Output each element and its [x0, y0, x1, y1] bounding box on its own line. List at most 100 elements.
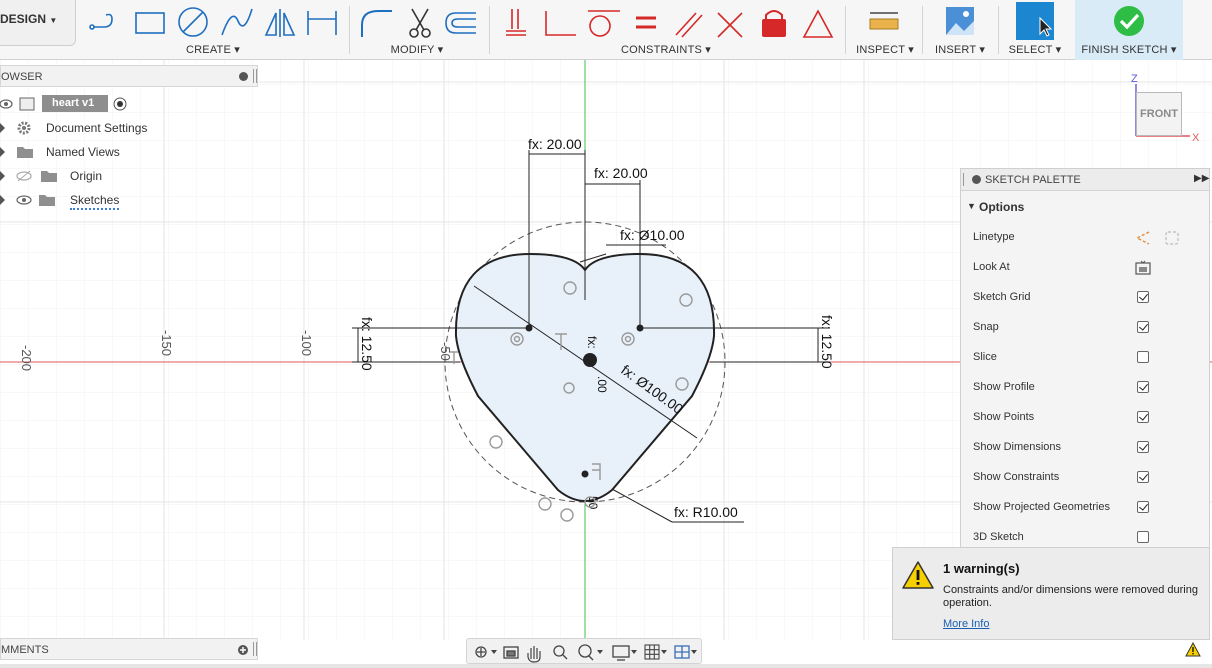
centerline-linetype-icon[interactable]	[1164, 230, 1180, 246]
palette-row-show-points: Show Points	[961, 402, 1209, 432]
modify-menu[interactable]: MODIFY ▾	[352, 43, 482, 56]
rectangle-tool-icon	[135, 12, 165, 34]
dimension-text[interactable]: fx: 12.50	[819, 315, 835, 369]
more-info-link[interactable]: More Info	[943, 618, 989, 630]
palette-row-label: Show Constraints	[973, 471, 1060, 483]
viewcube[interactable]: FRONT	[1136, 92, 1182, 136]
finish-sketch-button[interactable]: FINISH SKETCH ▾	[1075, 0, 1183, 60]
insert-group: INSERT ▾	[926, 0, 994, 60]
insert-image-icon	[946, 7, 974, 35]
dimension-text[interactable]: fx: Ø10.00	[620, 227, 685, 243]
create-icons	[89, 7, 337, 37]
create-menu[interactable]: CREATE ▾	[86, 43, 340, 56]
zoom-icon	[553, 645, 568, 660]
select-menu[interactable]: SELECT ▾	[1000, 43, 1070, 56]
viewports-icon	[674, 645, 690, 659]
options-section-header[interactable]: ▼ Options	[961, 193, 1209, 219]
workspace-switcher[interactable]: DESIGN ▼	[0, 0, 76, 46]
comments-panel-header[interactable]: MMENTS	[0, 638, 258, 660]
grid-dropdown-icon	[661, 650, 667, 654]
dimension-text[interactable]: fx: 20.00	[528, 136, 582, 152]
palette-row-label: Show Profile	[973, 381, 1035, 393]
browser-panel-header[interactable]: OWSER	[0, 65, 258, 87]
panel-grip-icon[interactable]	[963, 173, 966, 186]
visibility-eye-icon[interactable]	[0, 97, 40, 111]
sketch-grid-checkbox[interactable]	[1137, 291, 1149, 303]
chevron-right-icon[interactable]	[0, 171, 5, 181]
browser-item-label: heart v1	[42, 95, 108, 112]
chevron-right-icon[interactable]	[0, 195, 5, 205]
3d-sketch-checkbox[interactable]	[1137, 531, 1149, 543]
palette-row-label: Slice	[973, 351, 997, 363]
constraints-group: CONSTRAINTS ▾	[496, 0, 836, 60]
toolbar-divider	[349, 6, 350, 54]
circle-tool-icon	[178, 7, 208, 37]
browser-item-named-views[interactable]: Named Views	[0, 141, 200, 163]
dimension-text[interactable]: fx:	[585, 336, 599, 349]
snap-checkbox[interactable]	[1137, 321, 1149, 333]
viewcube-front-face[interactable]: FRONT	[1140, 108, 1178, 120]
collapse-panel-icon[interactable]	[972, 175, 981, 184]
gear-icon	[17, 121, 31, 135]
construction-linetype-icon[interactable]	[1135, 230, 1151, 246]
show-projected-geometries-checkbox[interactable]	[1137, 501, 1149, 513]
show-points-checkbox[interactable]	[1137, 411, 1149, 423]
orbit-icon	[475, 646, 487, 658]
dimension-text[interactable]: .00	[595, 376, 609, 393]
panel-grip-icon[interactable]	[253, 642, 257, 656]
sketch-palette-header[interactable]: SKETCH PALETTE ▶▶	[961, 169, 1209, 191]
axis-tick-label: -150	[159, 330, 174, 356]
palette-row-show-projected-geometries: Show Projected Geometries	[961, 492, 1209, 522]
horizontal-vertical-constraint-icon	[506, 9, 526, 36]
palette-row-show-dimensions: Show Dimensions	[961, 432, 1209, 462]
palette-row-show-constraints: Show Constraints	[961, 462, 1209, 492]
panel-grip-icon[interactable]	[253, 69, 257, 83]
fit-icon	[578, 644, 594, 661]
dimension-text[interactable]: fx: R10.00	[674, 504, 738, 520]
warning-status-icon[interactable]	[1185, 642, 1201, 658]
dimension-tool-icon	[307, 11, 337, 35]
look-at-icon[interactable]	[1135, 260, 1151, 276]
browser-item-sketches[interactable]: Sketches	[0, 189, 200, 211]
dimension-text[interactable]: fx: 20.00	[594, 165, 648, 181]
visibility-eye-icon[interactable]	[16, 193, 32, 207]
folder-icon	[17, 147, 33, 158]
insert-menu[interactable]: INSERT ▾	[926, 43, 994, 56]
add-comment-icon[interactable]	[238, 645, 248, 655]
constraints-icons	[506, 9, 834, 38]
browser-item-document-settings[interactable]: Document Settings	[0, 117, 200, 139]
activate-radio-icon[interactable]	[113, 97, 127, 111]
look-at-view-icon	[503, 646, 519, 659]
dimension-text[interactable]: fx: 12.50	[359, 317, 375, 371]
warning-title: 1 warning(s)	[943, 561, 1020, 576]
constraints-menu[interactable]: CONSTRAINTS ▾	[496, 43, 836, 56]
expand-panel-icon[interactable]: ▶▶	[1194, 173, 1209, 184]
collapse-panel-icon[interactable]	[239, 72, 248, 81]
inspect-menu[interactable]: INSPECT ▾	[852, 43, 918, 56]
toolbar-divider	[489, 6, 490, 54]
chevron-right-icon[interactable]	[0, 123, 5, 133]
hidden-eye-icon[interactable]	[16, 169, 32, 183]
chevron-down-icon: ▼	[49, 16, 58, 25]
chevron-right-icon[interactable]	[0, 147, 5, 157]
slice-checkbox[interactable]	[1137, 351, 1149, 363]
fix-constraint-icon	[762, 10, 786, 37]
mirror-tool-icon	[264, 9, 296, 37]
show-dimensions-checkbox[interactable]	[1137, 441, 1149, 453]
toolbar-divider	[845, 6, 846, 54]
finish-sketch-label: FINISH SKETCH ▾	[1081, 44, 1177, 56]
show-profile-checkbox[interactable]	[1137, 381, 1149, 393]
tangent-constraint-icon	[588, 10, 620, 37]
palette-row-label: Show Projected Geometries	[973, 501, 1110, 513]
viewcube-z-label: Z	[1131, 73, 1138, 85]
toolbar-divider	[922, 6, 923, 54]
palette-row-sketch-grid: Sketch Grid	[961, 282, 1209, 312]
folder-icon	[39, 195, 55, 206]
browser-item-origin[interactable]: Origin	[0, 165, 200, 187]
show-constraints-checkbox[interactable]	[1137, 471, 1149, 483]
browser-item-root[interactable]: heart v1	[0, 93, 200, 115]
select-tool-button[interactable]	[1016, 2, 1054, 40]
checkmark-icon	[1114, 6, 1144, 36]
orbit-dropdown-icon	[491, 650, 497, 654]
palette-row-label: Show Points	[973, 411, 1035, 423]
